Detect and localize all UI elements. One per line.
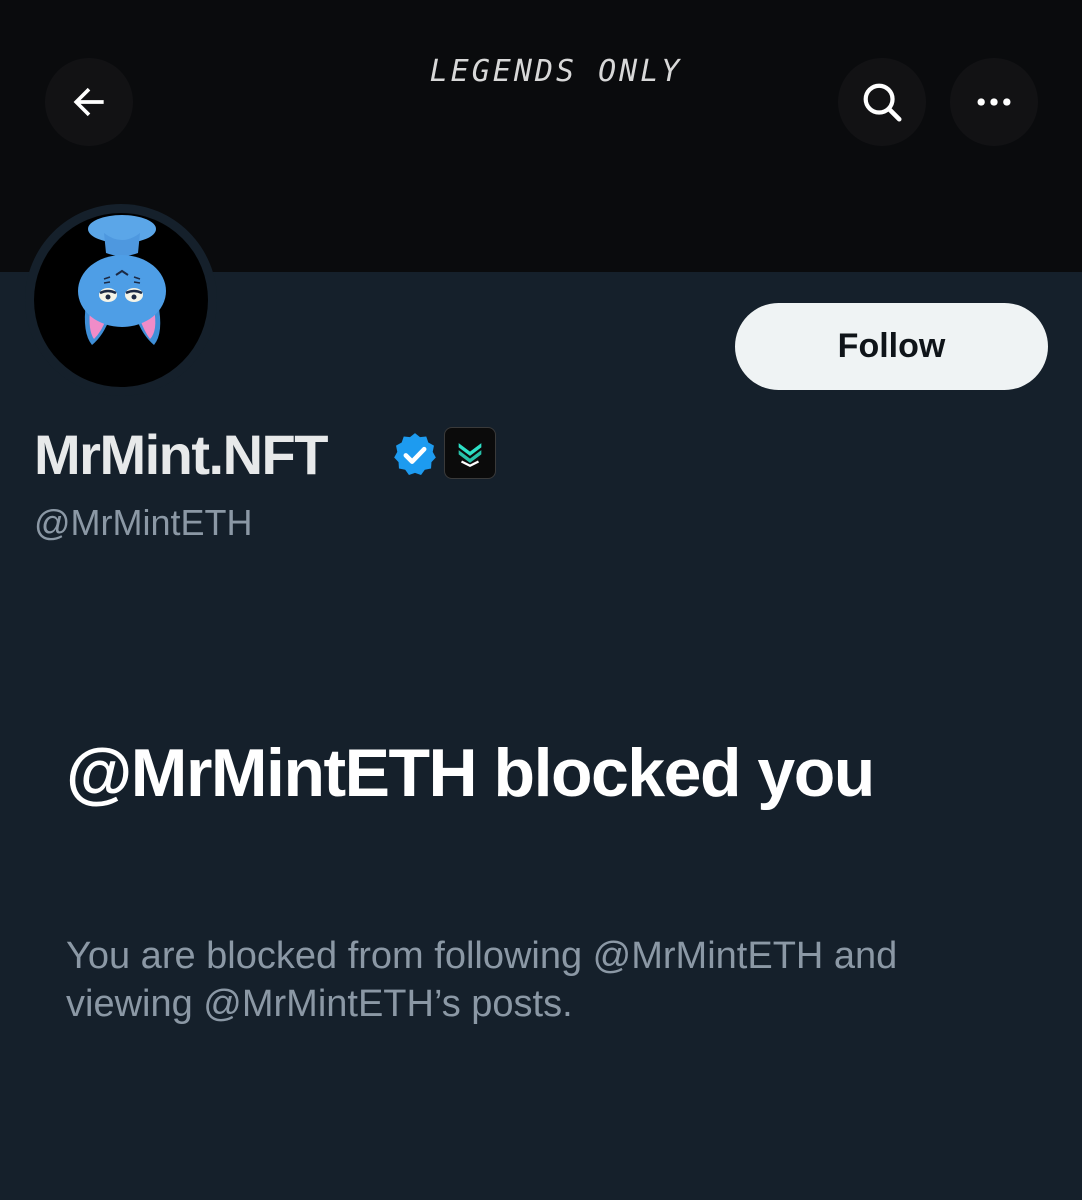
more-horizontal-icon: [977, 98, 1011, 106]
profile-handle: @MrMintETH: [34, 502, 253, 543]
more-button[interactable]: [950, 58, 1038, 146]
avatar[interactable]: [34, 213, 208, 387]
mm-logo-icon: [458, 443, 482, 468]
search-icon: [863, 83, 902, 122]
follow-button[interactable]: Follow: [735, 303, 1048, 390]
back-button[interactable]: [45, 58, 133, 146]
cat-avatar-icon: [78, 215, 166, 345]
verified-badge-icon: [394, 433, 436, 475]
blocked-title: @MrMintETH blocked you: [66, 735, 875, 811]
arrow-left-icon: [73, 87, 104, 117]
search-button[interactable]: [838, 58, 926, 146]
affiliate-badge[interactable]: [444, 427, 496, 479]
blocked-description: You are blocked from following @MrMintET…: [66, 935, 898, 1025]
display-name: MrMint.NFT: [34, 423, 328, 486]
